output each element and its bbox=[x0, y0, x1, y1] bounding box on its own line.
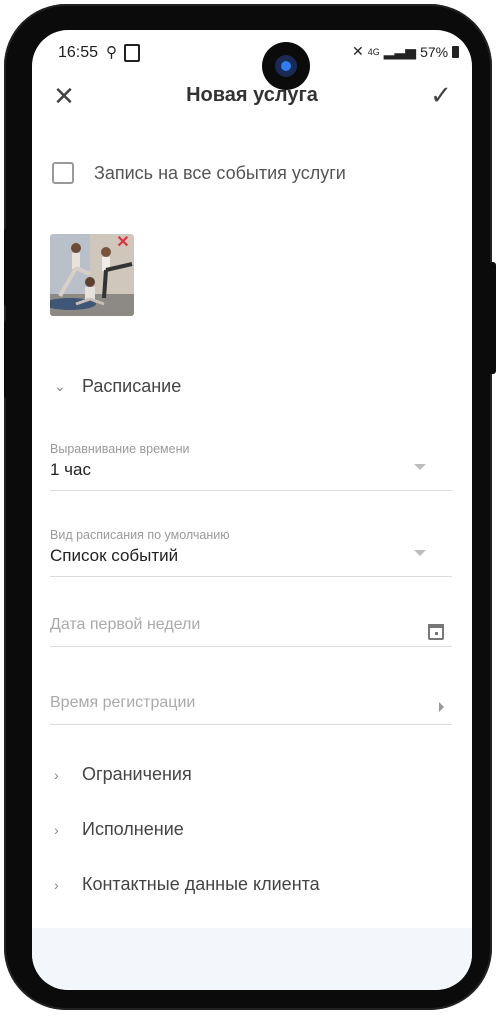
mute-icon: ✕ bbox=[352, 43, 364, 59]
client-contacts-section-header[interactable]: › Контактные данные клиента bbox=[54, 874, 320, 895]
chevron-down-icon: ⌄ bbox=[54, 378, 66, 394]
confirm-button[interactable]: ✓ bbox=[424, 78, 458, 112]
registration-time-placeholder: Время регистрации bbox=[50, 694, 196, 711]
all-events-checkbox[interactable] bbox=[52, 162, 74, 184]
all-events-label: Запись на все события услуги bbox=[94, 162, 346, 183]
chevron-right-icon: › bbox=[54, 821, 59, 838]
phone-side-button bbox=[4, 228, 12, 306]
page-title: Новая услуга bbox=[186, 84, 318, 106]
execution-section-header[interactable]: › Исполнение bbox=[54, 819, 184, 840]
app-bar: ✕ Новая услуга ✓ bbox=[32, 72, 472, 122]
dropdown-arrow-icon bbox=[414, 464, 426, 470]
status-bar: 16:55 ⚲ ✕ 4G ▂▃▅ 57% bbox=[32, 30, 472, 72]
status-time: 16:55 bbox=[58, 44, 99, 61]
all-events-checkbox-row[interactable]: Запись на все события услуги bbox=[52, 162, 346, 184]
time-alignment-value: 1 час bbox=[50, 460, 91, 479]
battery-icon bbox=[452, 45, 460, 58]
phone-side-button bbox=[4, 320, 12, 398]
app-screen: 16:55 ⚲ ✕ 4G ▂▃▅ 57% ✕ Новая услуга ✓ За… bbox=[32, 30, 472, 990]
time-alignment-label: Выравнивание времени bbox=[50, 442, 190, 456]
remove-photo-button[interactable]: ✕ bbox=[116, 234, 130, 251]
form-content: Запись на все события услуги ✕ ⌄ Расписа… bbox=[32, 122, 472, 928]
signal-icon: ▂▃▅ bbox=[383, 43, 417, 59]
execution-label: Исполнение bbox=[82, 819, 184, 839]
dropdown-arrow-icon bbox=[414, 550, 426, 556]
network-label: 4G bbox=[367, 46, 380, 57]
camera-notch bbox=[262, 42, 310, 90]
registration-time-field[interactable]: Время регистрации bbox=[50, 694, 452, 725]
battery-level: 57% bbox=[420, 43, 449, 60]
chevron-right-icon bbox=[439, 702, 444, 712]
schedule-section-header[interactable]: ⌄ Расписание bbox=[54, 376, 181, 397]
chevron-right-icon: › bbox=[54, 766, 59, 783]
check-icon: ✓ bbox=[430, 80, 452, 110]
first-week-date-field[interactable]: Дата первой недели bbox=[50, 616, 452, 647]
time-alignment-select[interactable]: Выравнивание времени 1 час bbox=[50, 442, 452, 491]
restrictions-label: Ограничения bbox=[82, 764, 192, 784]
calendar-icon[interactable] bbox=[428, 624, 444, 640]
phone-side-button bbox=[488, 262, 496, 374]
default-view-select[interactable]: Вид расписания по умолчанию Список событ… bbox=[50, 528, 452, 577]
restrictions-section-header[interactable]: › Ограничения bbox=[54, 764, 192, 785]
default-view-label: Вид расписания по умолчанию bbox=[50, 528, 230, 542]
schedule-label: Расписание bbox=[82, 376, 182, 396]
default-view-value: Список событий bbox=[50, 546, 179, 565]
close-icon: ✕ bbox=[116, 234, 130, 251]
first-week-date-placeholder: Дата первой недели bbox=[50, 616, 201, 633]
client-contacts-label: Контактные данные клиента bbox=[82, 874, 320, 894]
notification-icon bbox=[124, 44, 140, 62]
search-icon: ⚲ bbox=[106, 44, 117, 61]
chevron-right-icon: › bbox=[54, 876, 59, 893]
bottom-bar bbox=[32, 928, 472, 990]
